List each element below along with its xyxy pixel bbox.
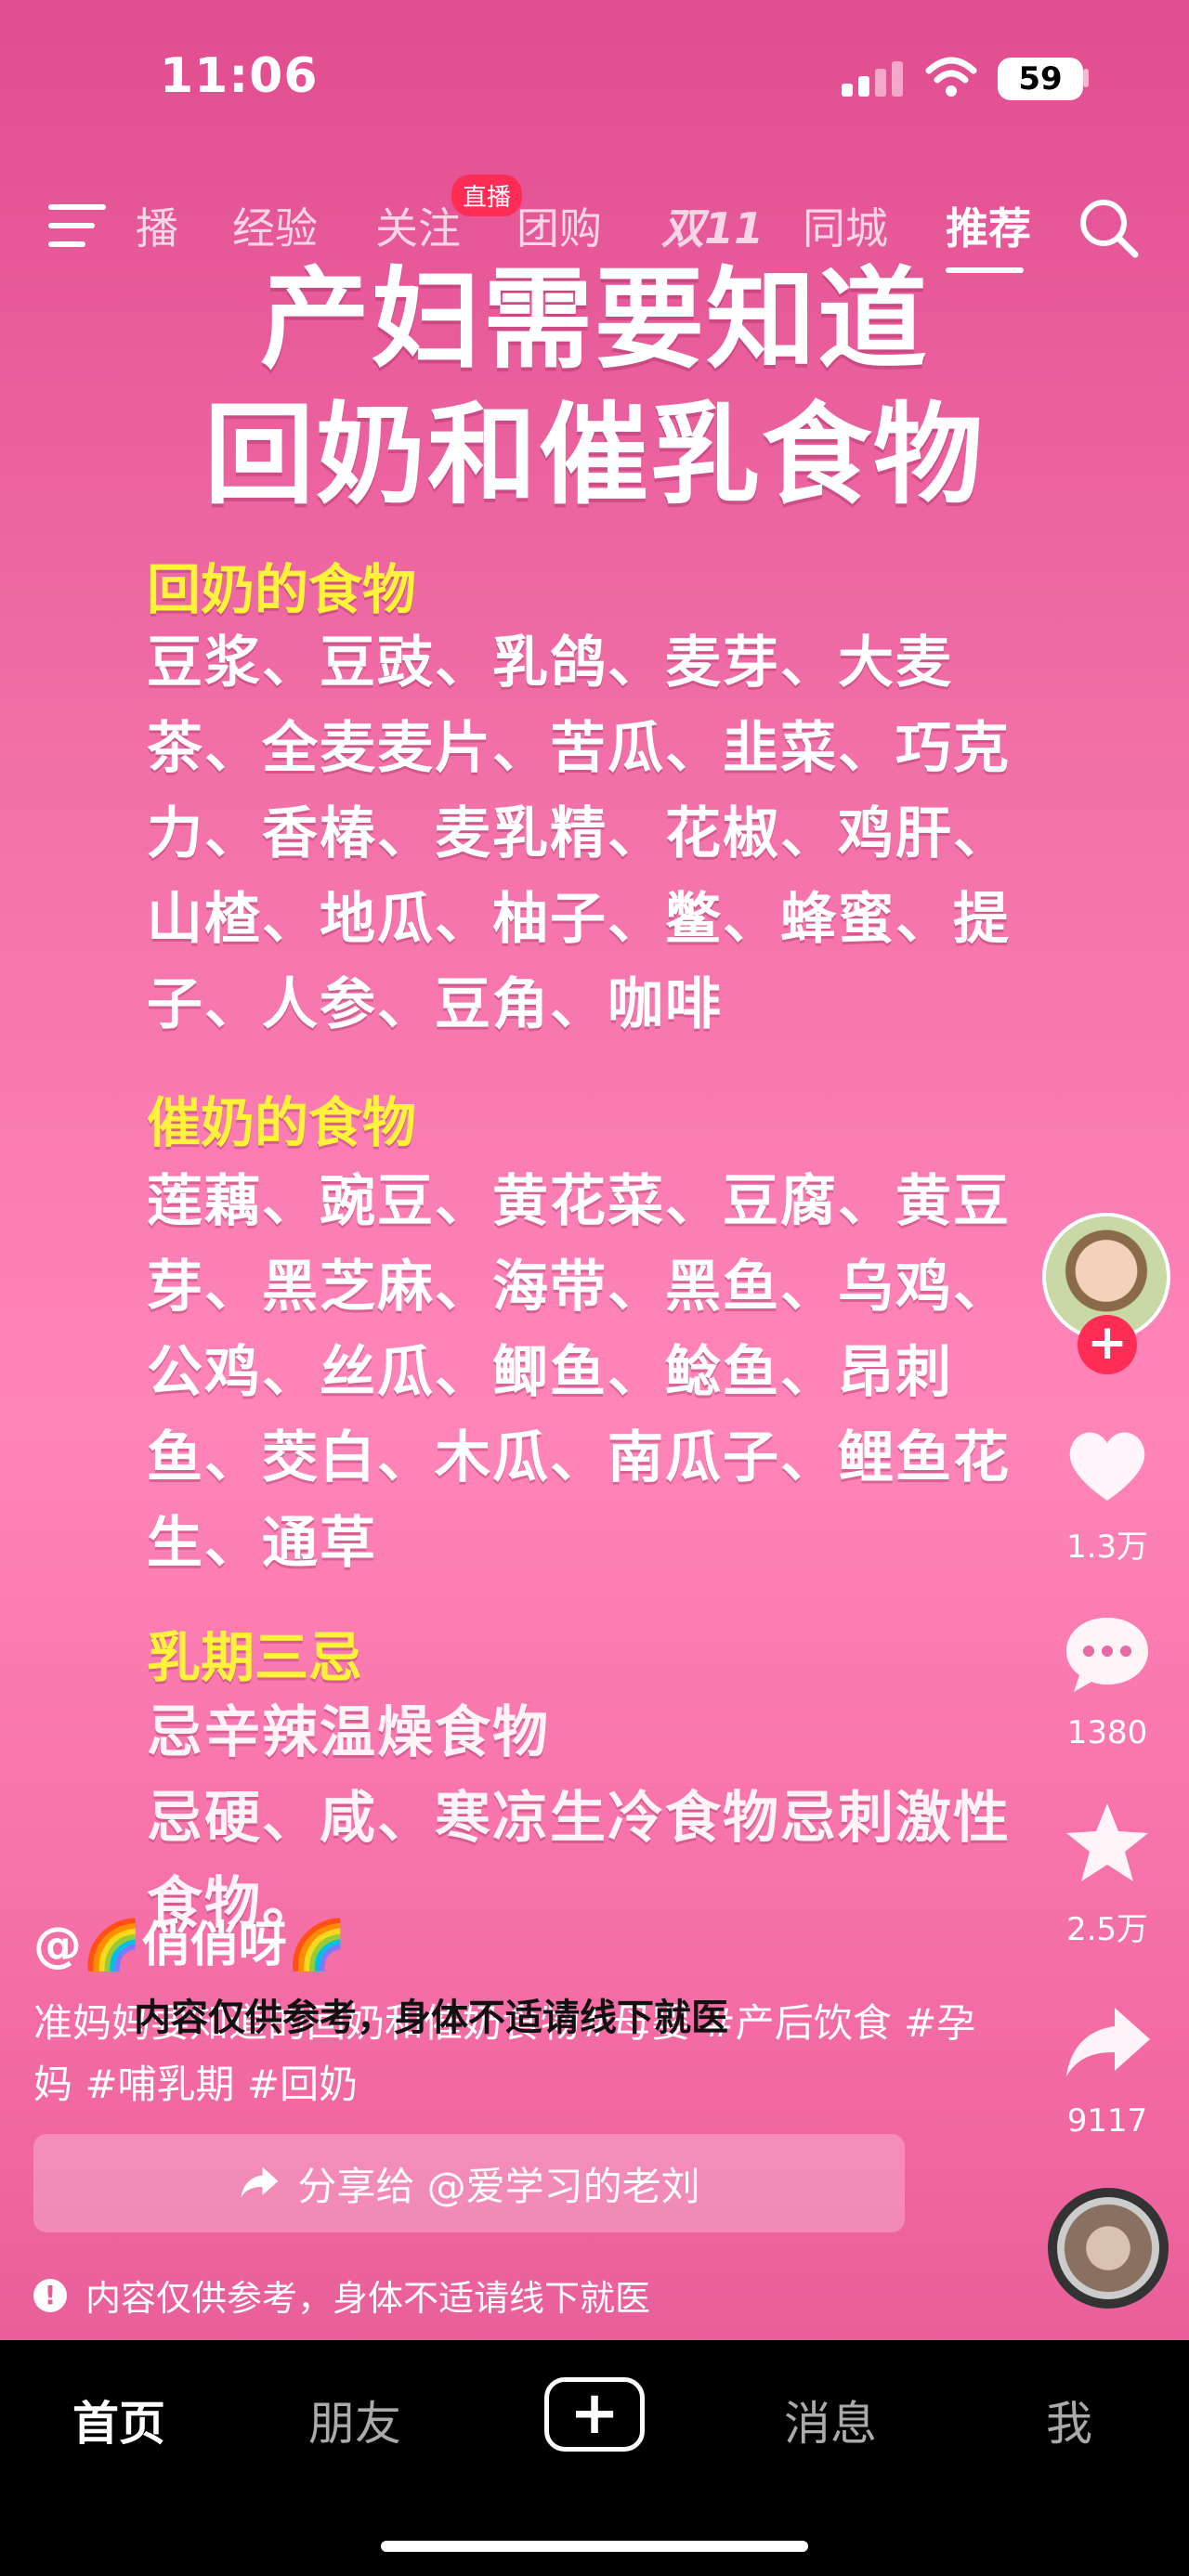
like-count: 1.3万 xyxy=(1065,1529,1149,1566)
section-title-three-avoid: 乳期三忌 xyxy=(147,1626,363,1689)
share-to-friend-bar[interactable]: 分享给 @爱学习的老刘 xyxy=(33,2134,905,2232)
share-small-icon xyxy=(241,2166,279,2198)
comment-count: 1380 xyxy=(1066,1714,1148,1751)
share-bar-label: 分享给 @爱学习的老刘 xyxy=(297,2163,700,2209)
cellular-signal-icon xyxy=(842,59,907,97)
share-arrow-icon[interactable] xyxy=(1061,1997,1154,2089)
follow-button[interactable]: + xyxy=(1078,1315,1137,1374)
poster-title-line2: 回奶和催乳食物 xyxy=(203,391,985,519)
battery-cap xyxy=(1083,69,1089,87)
nav-me[interactable]: 我 xyxy=(1046,2387,1092,2453)
home-indicator xyxy=(381,2541,808,2552)
author-name[interactable]: @🌈俏俏呀🌈 xyxy=(33,1906,347,1975)
create-button[interactable]: + xyxy=(544,2377,645,2452)
section-title-reduce-milk: 回奶的食物 xyxy=(147,558,417,621)
section-title-boost-milk: 催奶的食物 xyxy=(147,1091,417,1154)
warning-icon: ! xyxy=(33,2278,67,2312)
comment-icon[interactable] xyxy=(1061,1608,1154,1701)
favorite-count: 2.5万 xyxy=(1065,1911,1149,1948)
poster-disclaimer: 内容仅供参考，身体不适请线下就医 xyxy=(134,1997,728,2039)
like-heart-icon[interactable] xyxy=(1061,1419,1154,1512)
section-body-reduce-milk: 豆浆、豆豉、乳鸽、麦芽、大麦茶、全麦麦片、苦瓜、韭菜、巧克力、香椿、麦乳精、花椒… xyxy=(147,631,1011,1037)
battery-indicator: 59 xyxy=(998,58,1083,100)
live-badge: 直播 xyxy=(451,175,523,216)
nav-home[interactable]: 首页 xyxy=(72,2387,165,2453)
nav-messages[interactable]: 消息 xyxy=(784,2387,877,2453)
content-notice: ! 内容仅供参考，身体不适请线下就医 xyxy=(33,2270,650,2321)
wifi-icon xyxy=(925,57,977,97)
section-body-boost-milk: 莲藕、豌豆、黄花菜、豆腐、黄豆芽、黑芝麻、海带、黑鱼、乌鸡、公鸡、丝瓜、鲫鱼、鲶… xyxy=(147,1169,1011,1576)
favorite-star-icon[interactable] xyxy=(1061,1798,1154,1891)
status-time: 11:06 xyxy=(160,48,319,104)
nav-friends[interactable]: 朋友 xyxy=(308,2387,401,2453)
share-count: 9117 xyxy=(1066,2102,1148,2140)
music-disc[interactable] xyxy=(1048,2188,1169,2309)
notice-text: 内容仅供参考，身体不适请线下就医 xyxy=(85,2278,651,2319)
